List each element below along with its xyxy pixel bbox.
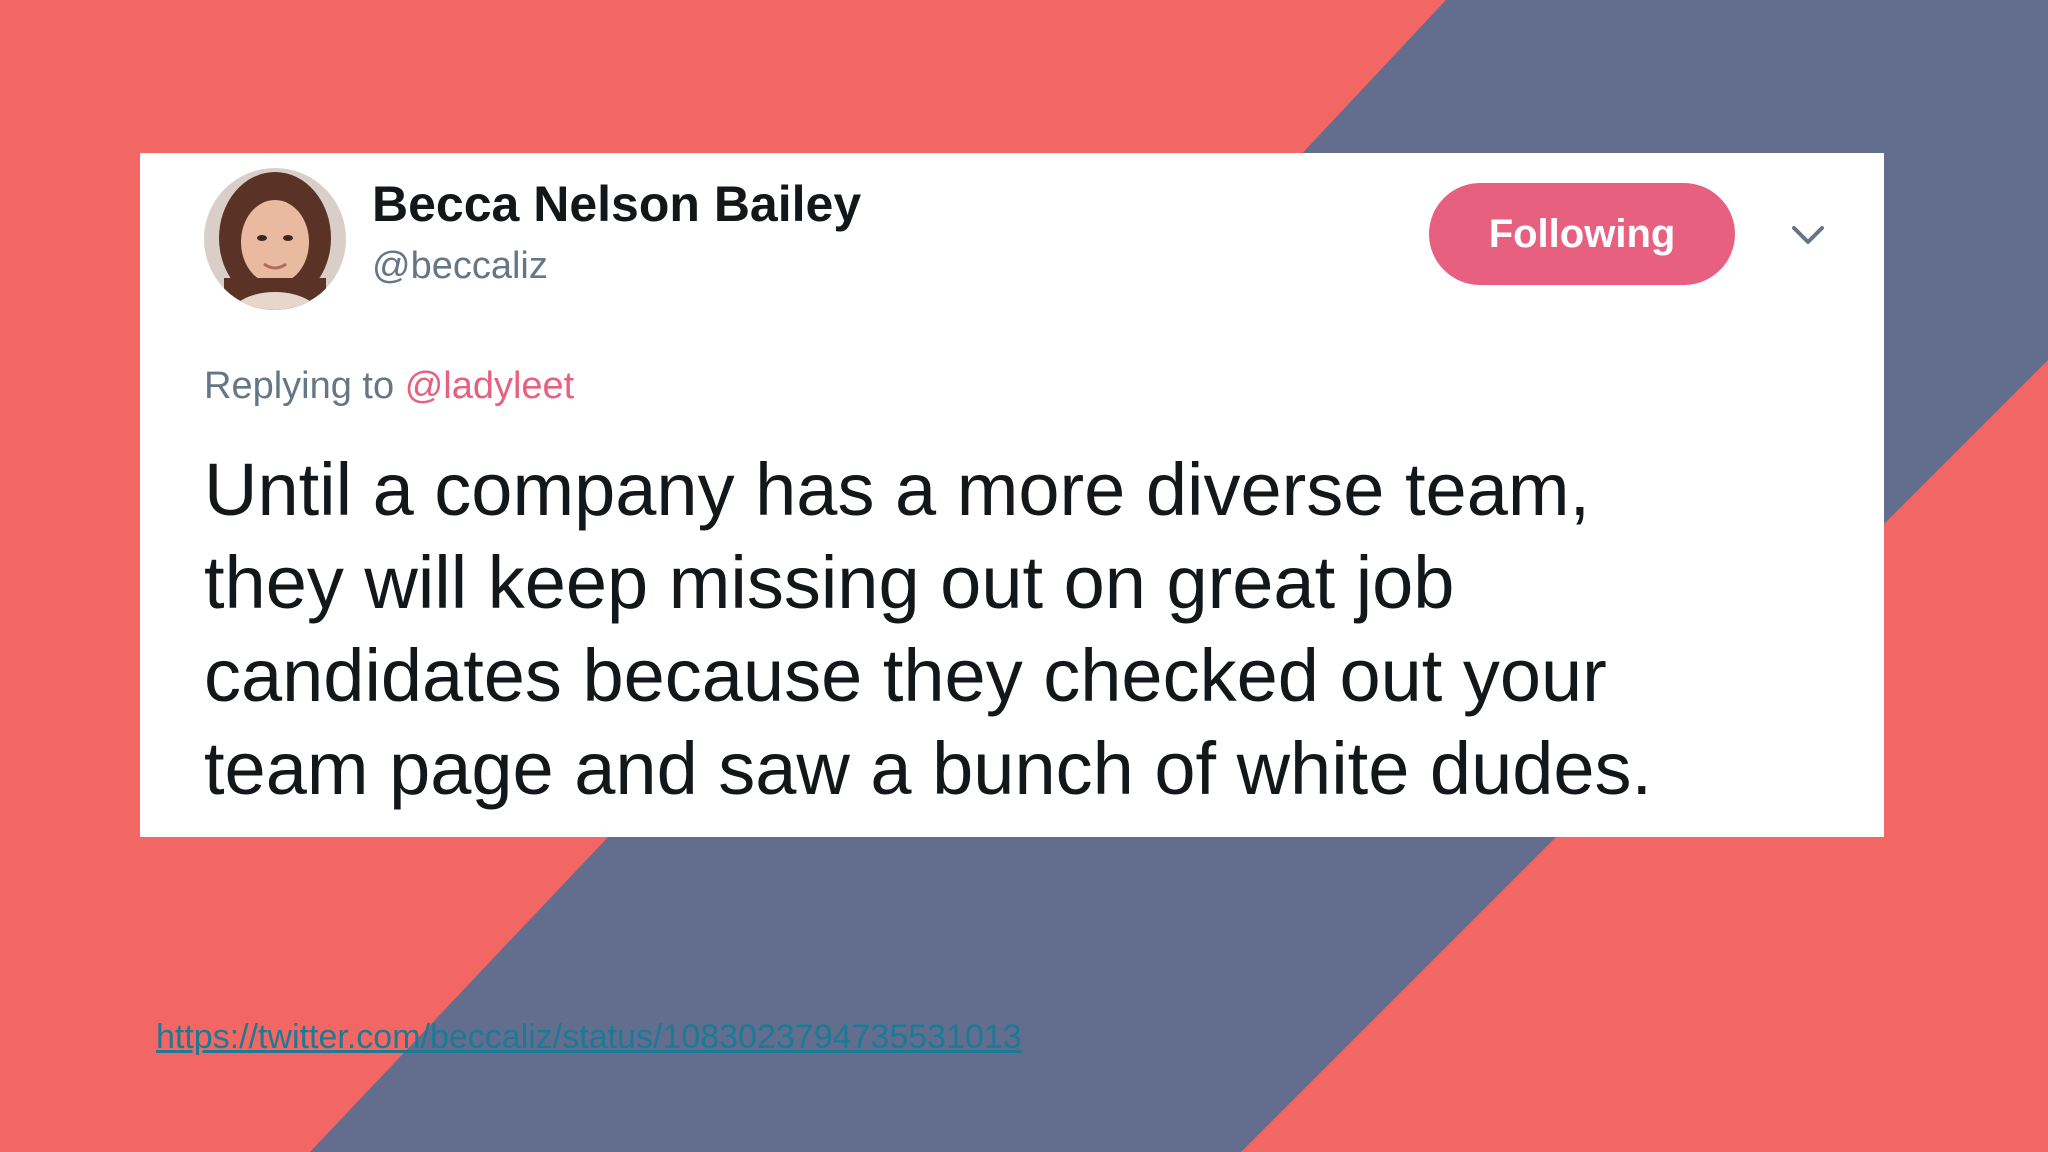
- following-button[interactable]: Following: [1429, 183, 1735, 285]
- tweet-card: Becca Nelson Bailey @beccaliz Following …: [140, 153, 1884, 837]
- reply-handle-link[interactable]: @ladyleet: [405, 365, 575, 407]
- tweet-text-line: Until a company has a more diverse team,: [204, 448, 1591, 531]
- user-handle[interactable]: @beccaliz: [372, 245, 548, 288]
- source-link[interactable]: https://twitter.com/beccaliz/status/1083…: [156, 1018, 1022, 1057]
- display-name[interactable]: Becca Nelson Bailey: [372, 175, 861, 233]
- tweet-text-line: team page and saw a bunch of white dudes…: [204, 727, 1653, 810]
- tweet-text: Until a company has a more diverse team,…: [204, 443, 1864, 815]
- reply-context: Replying to @ladyleet: [204, 365, 574, 408]
- tweet-text-line: they will keep missing out on great job: [204, 541, 1455, 624]
- chevron-down-icon[interactable]: [1788, 215, 1828, 255]
- tweet-text-line: candidates because they checked out your: [204, 634, 1607, 717]
- avatar[interactable]: [204, 168, 346, 310]
- reply-prefix: Replying to: [204, 365, 395, 407]
